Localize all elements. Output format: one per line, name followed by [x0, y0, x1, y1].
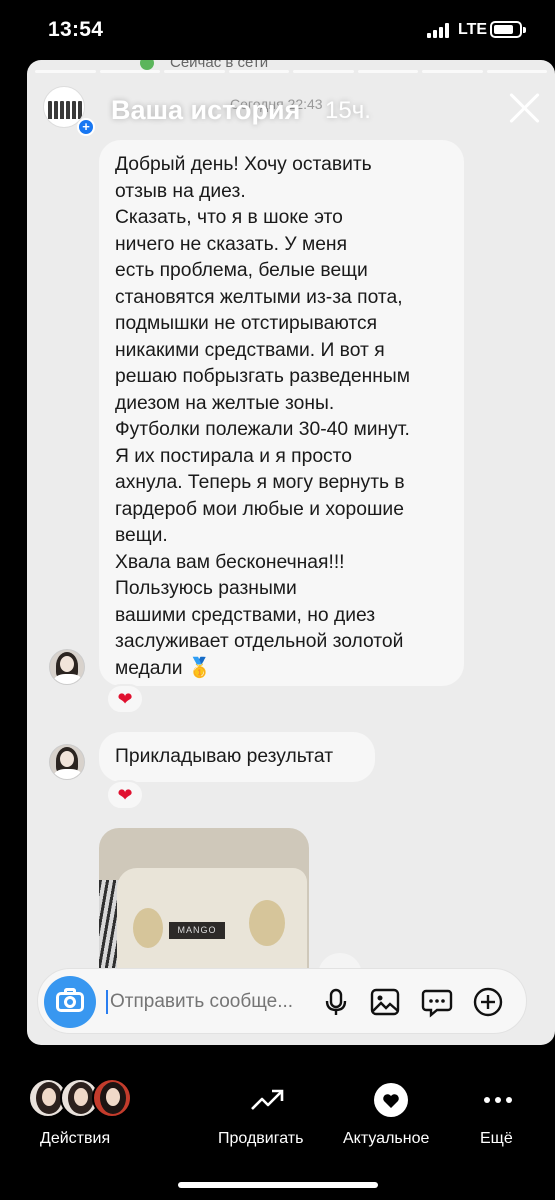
heart-icon[interactable]: [373, 1082, 409, 1118]
add-story-icon[interactable]: +: [77, 118, 95, 136]
message-composer: [37, 968, 527, 1034]
viewers-avatars[interactable]: [28, 1078, 138, 1118]
story-screen: 13:54 LTE Сейчас в сети + Сегодня 22:43 …: [0, 0, 555, 1200]
story-progress: [35, 70, 547, 73]
camera-icon[interactable]: [44, 976, 96, 1028]
sender-avatar: [49, 744, 85, 780]
sticker-icon[interactable]: [421, 986, 453, 1018]
signal-icon: [427, 22, 453, 38]
heart-reaction: ❤: [106, 780, 144, 810]
more-button[interactable]: Ещё: [480, 1130, 513, 1148]
plus-icon[interactable]: [472, 986, 504, 1018]
mic-icon[interactable]: [320, 986, 352, 1018]
viewer-avatar: [92, 1078, 132, 1118]
promote-button[interactable]: Продвигать: [218, 1130, 303, 1148]
home-indicator[interactable]: [178, 1182, 378, 1188]
network-type: LTE: [458, 21, 488, 38]
story-title: Ваша история: [111, 95, 301, 125]
clothing-label: MANGO: [169, 922, 225, 939]
heart-reaction: ❤: [106, 684, 144, 714]
battery-icon: [490, 21, 526, 38]
result-text: Прикладываю результат: [115, 746, 334, 767]
result-message: Прикладываю результат: [99, 732, 375, 782]
highlight-button[interactable]: Актуальное: [343, 1130, 429, 1148]
actions-button[interactable]: Действия: [40, 1130, 110, 1148]
close-icon[interactable]: [509, 92, 541, 124]
story-card: Сейчас в сети + Сегодня 22:43 Ваша истор…: [27, 60, 555, 1045]
sender-avatar: [49, 649, 85, 685]
story-age: 15ч.: [325, 97, 371, 124]
attached-photo[interactable]: MANGO: [99, 828, 309, 968]
trending-up-icon[interactable]: [249, 1082, 285, 1118]
gallery-icon[interactable]: [369, 986, 401, 1018]
status-bar: 13:54 LTE: [0, 0, 555, 60]
message-input[interactable]: [106, 990, 311, 1014]
more-icon[interactable]: [480, 1082, 516, 1118]
status-time: 13:54: [48, 18, 104, 41]
review-text: Добрый день! Хочу оставить отзыв на диез…: [115, 154, 411, 679]
online-dot: [140, 60, 154, 70]
review-message: Добрый день! Хочу оставить отзыв на диез…: [99, 140, 464, 686]
story-actions-bar: Действия Продвигать Актуальное Ещё: [0, 1060, 555, 1200]
